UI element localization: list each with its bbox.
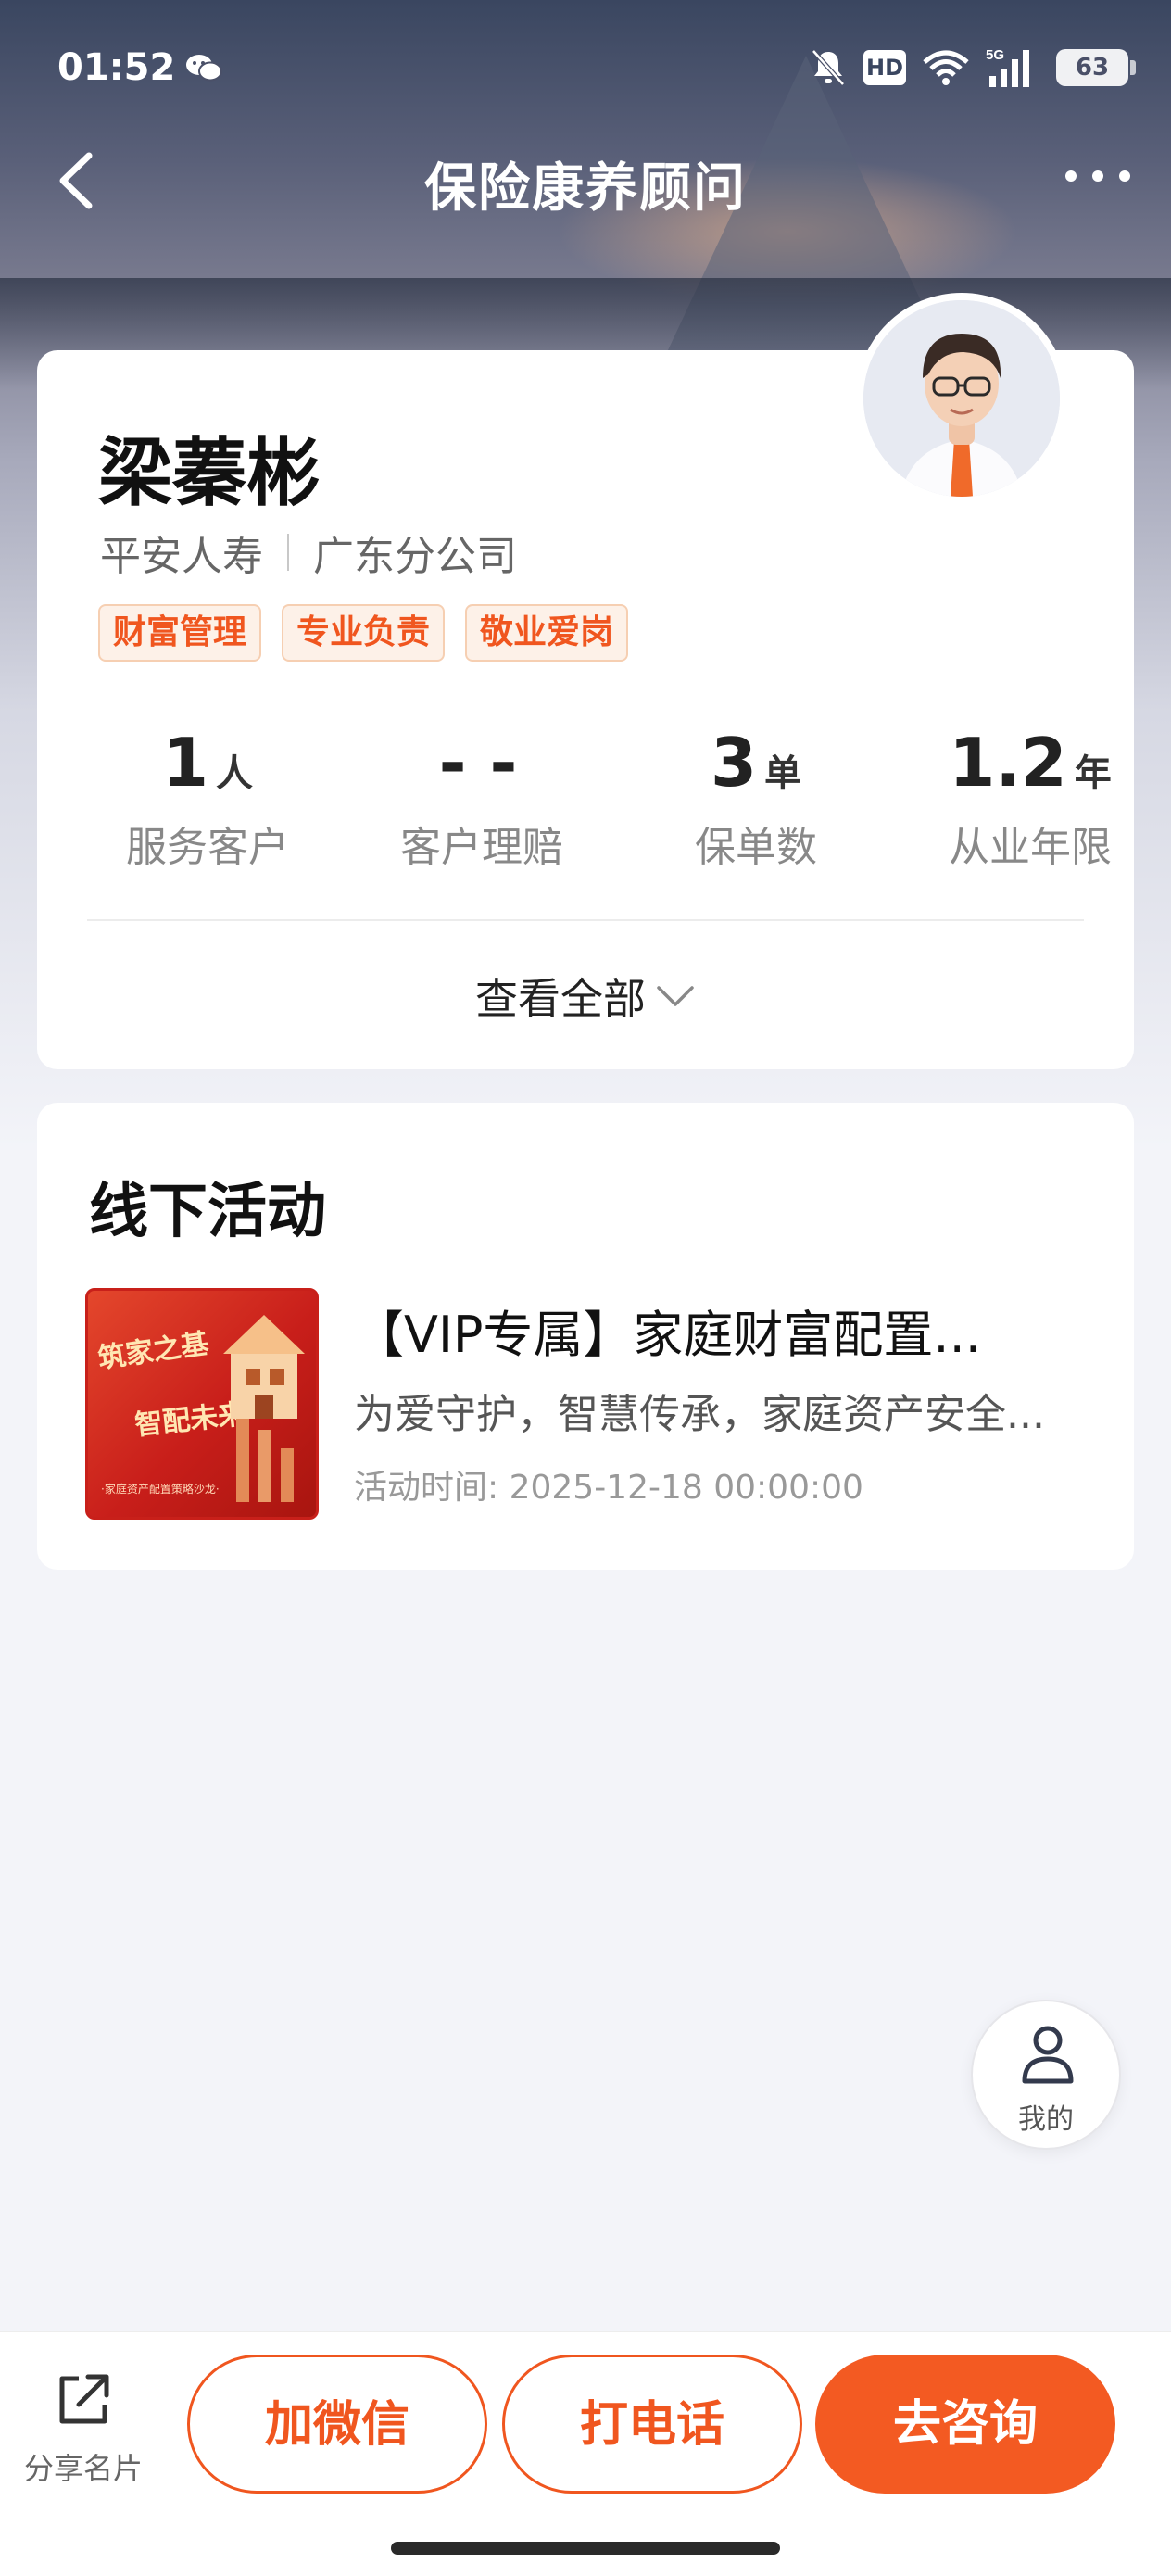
stat-label: 保单数 [695,824,817,871]
activity-item[interactable]: 筑家之基 智配未来 ·家庭资产配置策略沙龙· 【VIP专属】家庭财富配置... … [85,1288,1086,1520]
consult-button[interactable]: 去咨询 [815,2355,1115,2494]
stat-value-line: 1.2 年 [893,721,1167,804]
stat-service-customers: 1人 服务客户 [70,721,345,873]
wifi-icon [923,50,969,85]
mine-floating-button[interactable]: 我的 [971,2000,1121,2150]
more-dot [1119,170,1130,182]
bottom-action-bar: 分享名片 加微信 打电话 去咨询 [0,2331,1171,2576]
thumb-caption: ·家庭资产配置策略沙龙· [101,1483,220,1496]
activity-description: 为爱守护，智慧传承，家庭资产安全... [354,1391,1045,1438]
tag-list: 财富管理 专业负责 敬业爱岗 [98,604,629,662]
bell-muted-icon [812,49,845,86]
add-wechat-button[interactable]: 加微信 [187,2355,487,2494]
stat-claims: - - 客户理赔 [345,721,619,873]
battery-icon: 63 [1056,49,1136,86]
branch-name: 广东分公司 [313,533,517,580]
tag: 专业负责 [282,604,446,662]
company-line: 平安人寿 广东分公司 [100,523,517,582]
thumb-headline: 筑家之基 [95,1327,211,1376]
network-label: 5G [986,47,1004,63]
stat-unit: 人 [216,752,254,795]
agent-name: 梁蓁彬 [98,430,321,516]
person-icon [1022,2026,1074,2084]
stat-unit: 单 [764,752,802,795]
view-all-button[interactable]: 查看全部 [37,966,1134,1027]
agent-avatar-illustration [863,300,1060,497]
stat-policies: 3单 保单数 [619,721,893,873]
status-bar: 01:52 HD 5G 63 [0,0,1171,139]
tag: 财富管理 [98,604,262,662]
activity-thumbnail: 筑家之基 智配未来 ·家庭资产配置策略沙龙· [85,1288,319,1520]
avatar-image [863,300,1060,497]
activity-card: 线下活动 筑家之基 智配未来 ·家庭资产配置策略沙龙· 【VIP专属】家庭财富配… [37,1103,1134,1570]
status-icons: HD 5G 63 [810,44,1136,91]
stat-years: 1.2 年 从业年限 [893,721,1167,873]
more-dot [1092,170,1103,182]
stat-value: 1.2 [949,724,1067,802]
hd-icon: HD [863,50,906,85]
divider [87,919,1084,921]
signal-icon: 5G [986,47,1029,87]
call-button[interactable]: 打电话 [502,2355,802,2494]
more-horizontal-icon[interactable] [1065,162,1130,190]
stat-value-line: 1人 [70,721,345,804]
avatar[interactable] [856,293,1067,504]
chevron-down-icon [657,986,694,1006]
page-title: 保险康养顾问 [424,158,747,219]
tag: 敬业爱岗 [465,604,629,662]
stat-value-line: 3单 [619,721,893,804]
stat-value: 3 [710,724,758,802]
view-all-label: 查看全部 [475,974,646,1024]
stat-label: 服务客户 [126,824,289,871]
share-icon [59,2374,109,2424]
stat-unit: 年 [1074,752,1112,795]
stat-value: 1 [161,724,209,802]
activity-title: 【VIP专属】家庭财富配置... [354,1306,981,1364]
share-label: 分享名片 [23,2451,143,2486]
divider [287,534,289,571]
section-title: 线下活动 [89,1178,326,1246]
stats-row: 1人 服务客户 - - 客户理赔 3单 保单数 1.2 年 从业年限 [37,721,1134,871]
mine-label: 我的 [1018,2103,1074,2136]
company-name: 平安人寿 [100,533,263,580]
house-illustration [223,1315,305,1502]
wechat-icon [186,55,222,82]
stat-label: 从业年限 [949,824,1112,871]
stat-value-line: - - [345,721,619,804]
stat-label: 客户理赔 [400,824,563,871]
status-time: 01:52 [57,46,176,89]
activity-time: 活动时间: 2025-12-18 00:00:00 [354,1469,863,1507]
home-indicator[interactable] [391,2542,780,2555]
share-card-button[interactable]: 分享名片 [19,2368,148,2488]
more-dot [1065,170,1077,182]
stat-value: - - [438,724,518,802]
